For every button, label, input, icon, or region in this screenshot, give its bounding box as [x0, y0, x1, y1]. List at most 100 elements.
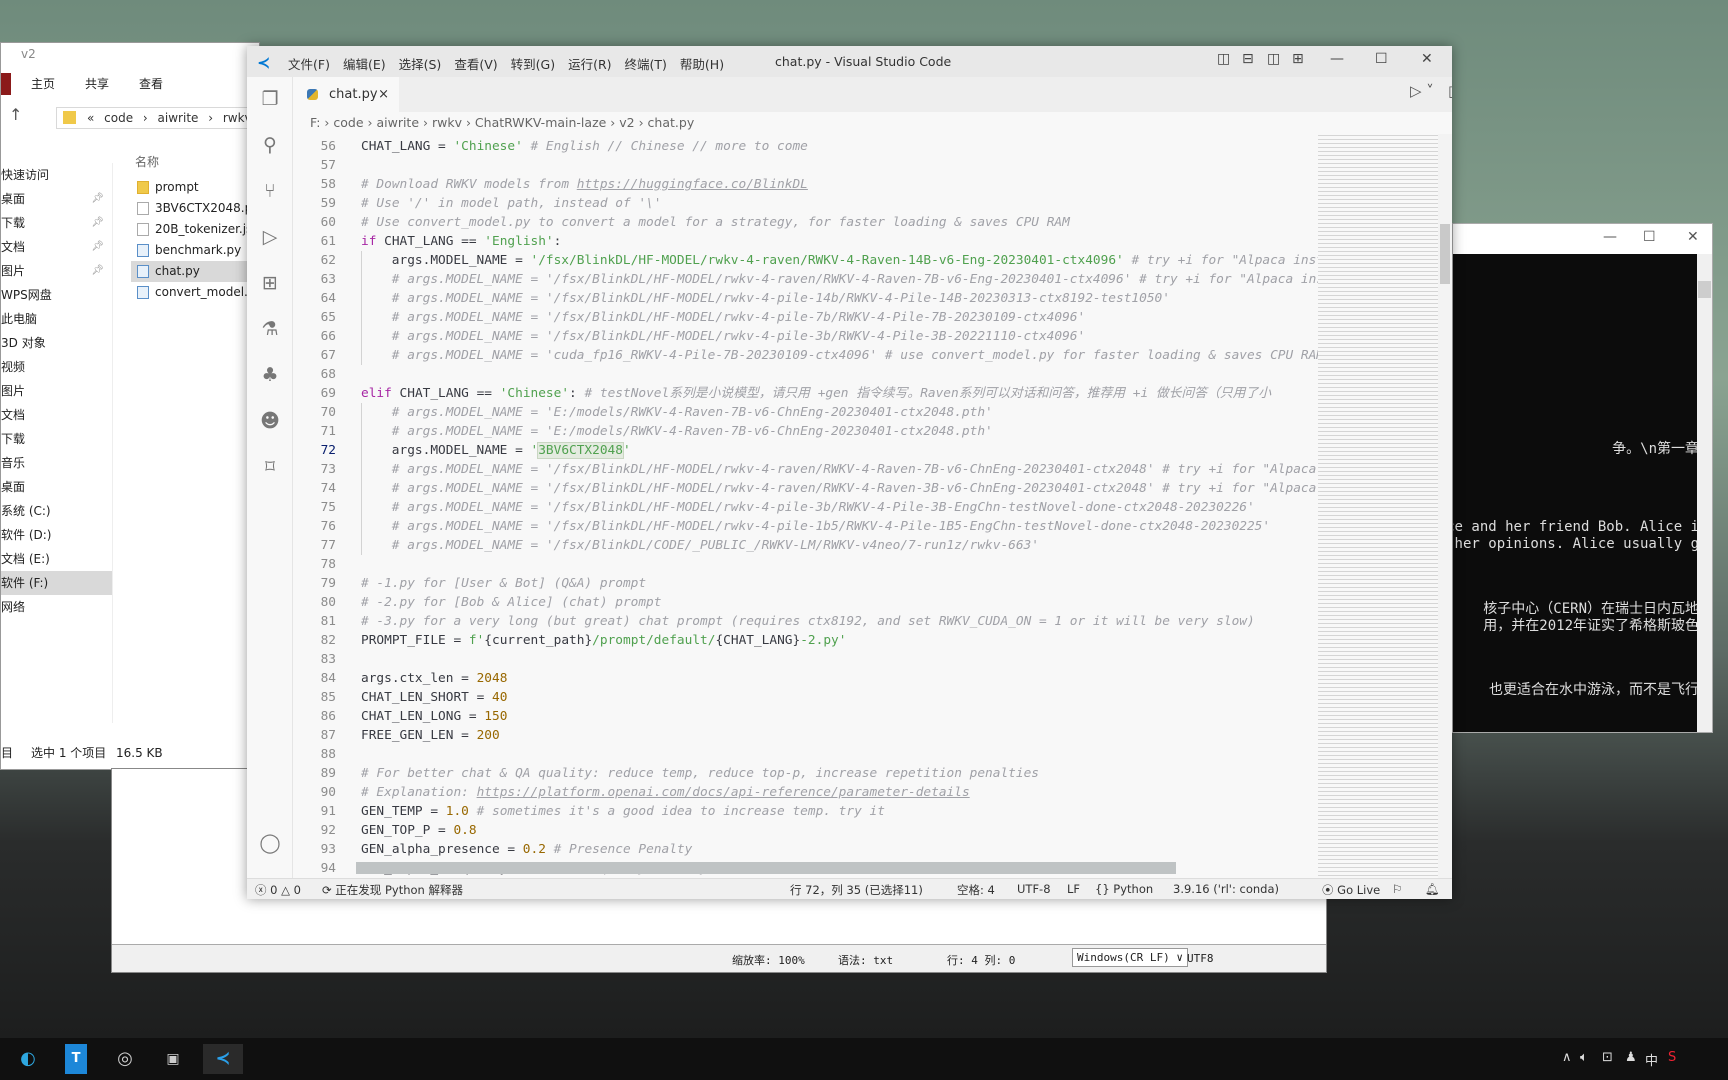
- search-icon[interactable]: ⚲: [258, 133, 282, 157]
- nav-item[interactable]: 下载: [1, 427, 112, 451]
- source-control-icon[interactable]: ⑂: [258, 179, 282, 203]
- code-line[interactable]: 88: [293, 745, 1318, 764]
- qq-icon[interactable]: ♟: [1625, 1050, 1637, 1065]
- menu-item[interactable]: 选择(S): [399, 54, 442, 73]
- code-line[interactable]: 72 args.MODEL_NAME = '3BV6CTX2048': [293, 441, 1318, 460]
- nav-item[interactable]: 此电脑: [1, 307, 112, 331]
- menu-item[interactable]: 帮助(H): [680, 54, 724, 73]
- typora-icon[interactable]: T: [65, 1044, 87, 1074]
- minimap[interactable]: [1318, 134, 1438, 878]
- editor-horizontal-scrollbar[interactable]: [356, 862, 1176, 874]
- code-line[interactable]: 62 args.MODEL_NAME = '/fsx/BlinkDL/HF-MOD…: [293, 251, 1318, 270]
- terminal-icon[interactable]: ▣: [158, 1044, 188, 1074]
- code-line[interactable]: 73 # args.MODEL_NAME = '/fsx/BlinkDL/HF-M…: [293, 460, 1318, 479]
- code-line[interactable]: 82 PROMPT_FILE = f'{current_path}/prompt/…: [293, 631, 1318, 650]
- column-header-name[interactable]: 名称: [131, 147, 261, 177]
- volume-icon[interactable]: 🔈︎: [1580, 1050, 1588, 1065]
- obs-icon[interactable]: ◎: [110, 1044, 140, 1074]
- testing-icon[interactable]: ⚗: [258, 317, 282, 341]
- minimize-icon[interactable]: —: [1603, 229, 1617, 245]
- code-line[interactable]: 57: [293, 156, 1318, 175]
- nav-item[interactable]: 文档 (E:): [1, 547, 112, 571]
- tab-chat-py[interactable]: chat.py ×: [293, 77, 399, 112]
- copilot-icon[interactable]: ☻: [258, 409, 282, 433]
- show-hidden-icons[interactable]: ∧: [1562, 1050, 1572, 1065]
- path-separator[interactable]: «: [87, 111, 98, 125]
- file-item[interactable]: 3BV6CTX2048.p: [131, 198, 261, 219]
- language-mode[interactable]: {} Python: [1095, 882, 1153, 896]
- nav-item[interactable]: 文档 📌︎: [1, 235, 112, 259]
- nav-item[interactable]: 图片: [1, 379, 112, 403]
- vscode-taskbar-icon[interactable]: ≺: [203, 1044, 243, 1074]
- bookmarks-icon[interactable]: ⌑: [258, 455, 282, 479]
- nav-item[interactable]: 下载 📌︎: [1, 211, 112, 235]
- code-line[interactable]: 90 # Explanation: https://platform.openai…: [293, 783, 1318, 802]
- ribbon-tab-home[interactable]: 主页: [11, 73, 65, 95]
- file-item[interactable]: prompt: [131, 177, 261, 198]
- code-line[interactable]: 63 # args.MODEL_NAME = '/fsx/BlinkDL/HF-M…: [293, 270, 1318, 289]
- encoding[interactable]: UTF-8: [1017, 882, 1051, 896]
- wps-icon[interactable]: S: [1668, 1050, 1676, 1065]
- code-line[interactable]: 66 # args.MODEL_NAME = '/fsx/BlinkDL/HF-M…: [293, 327, 1318, 346]
- code-line[interactable]: 67 # args.MODEL_NAME = 'cuda_fp16_RWKV-4-…: [293, 346, 1318, 365]
- input-method-icon[interactable]: 中: [1645, 1050, 1658, 1069]
- file-item[interactable]: 20B_tokenizer.js: [131, 219, 261, 240]
- extensions-icon[interactable]: ⊞: [258, 271, 282, 295]
- close-icon[interactable]: ✕: [1687, 229, 1699, 245]
- code-line[interactable]: 91 GEN_TEMP = 1.0 # sometimes it's a good…: [293, 802, 1318, 821]
- code-line[interactable]: 79 # -1.py for [User & Bot] (Q&A) prompt: [293, 574, 1318, 593]
- code-line[interactable]: 86 CHAT_LEN_LONG = 150: [293, 707, 1318, 726]
- nav-item[interactable]: 图片 📌︎: [1, 259, 112, 283]
- go-live-button[interactable]: ⦿ Go Live: [1322, 882, 1380, 898]
- file-item[interactable]: convert_model.p: [131, 282, 261, 303]
- edge-icon[interactable]: ◐: [13, 1044, 43, 1074]
- breadcrumb[interactable]: F: › code › aiwrite › rwkv › ChatRWKV-ma…: [310, 112, 694, 134]
- nav-item[interactable]: 视频: [1, 355, 112, 379]
- up-arrow-icon[interactable]: ↑: [9, 105, 22, 124]
- toggle-primary-sidebar-icon[interactable]: ◫: [1217, 51, 1230, 67]
- menu-item[interactable]: 查看(V): [454, 54, 497, 73]
- code-line[interactable]: 89 # For better chat & QA quality: reduce…: [293, 764, 1318, 783]
- nav-item[interactable]: 文档: [1, 403, 112, 427]
- link[interactable]: https://huggingface.co/BlinkDL: [577, 177, 808, 192]
- code-line[interactable]: 75 # args.MODEL_NAME = '/fsx/BlinkDL/HF-M…: [293, 498, 1318, 517]
- indentation[interactable]: 空格: 4: [957, 882, 995, 898]
- menu-item[interactable]: 编辑(E): [343, 54, 386, 73]
- code-line[interactable]: 61 if CHAT_LANG == 'English':: [293, 232, 1318, 251]
- file-tab[interactable]: [1, 73, 11, 95]
- nav-item[interactable]: 快速访问: [1, 163, 112, 187]
- file-item[interactable]: chat.py: [131, 261, 261, 282]
- code-line[interactable]: 76 # args.MODEL_NAME = '/fsx/BlinkDL/HF-M…: [293, 517, 1318, 536]
- nav-item[interactable]: 音乐: [1, 451, 112, 475]
- menu-item[interactable]: 转到(G): [511, 54, 555, 73]
- path-segment[interactable]: code: [104, 111, 137, 125]
- code-line[interactable]: 69 elif CHAT_LANG == 'Chinese': # testNov…: [293, 384, 1318, 403]
- nav-item[interactable]: 软件 (D:): [1, 523, 112, 547]
- code-editor[interactable]: 56 CHAT_LANG = 'Chinese' # English // Chi…: [293, 134, 1318, 878]
- explorer-icon[interactable]: ❐: [258, 87, 282, 111]
- notifications-bell-icon[interactable]: 🔔︎: [1425, 882, 1440, 896]
- code-line[interactable]: 77 # args.MODEL_NAME = '/fsx/BlinkDL/CODE…: [293, 536, 1318, 555]
- nav-item[interactable]: 网络: [1, 595, 112, 619]
- menu-item[interactable]: 终端(T): [625, 54, 667, 73]
- line-ending[interactable]: LF: [1067, 882, 1080, 896]
- nav-item[interactable]: WPS网盘: [1, 283, 112, 307]
- nav-item[interactable]: 桌面: [1, 475, 112, 499]
- path-segment[interactable]: aiwrite: [158, 111, 203, 125]
- code-line[interactable]: 81 # -3.py for a very long (but great) ch…: [293, 612, 1318, 631]
- console-scrollbar[interactable]: [1697, 254, 1712, 732]
- feedback-icon[interactable]: ⚐: [1392, 882, 1402, 896]
- maximize-icon[interactable]: ☐: [1643, 229, 1656, 245]
- nav-item[interactable]: 系统 (C:): [1, 499, 112, 523]
- minimize-icon[interactable]: —: [1330, 51, 1344, 67]
- network-icon[interactable]: ⊡: [1602, 1050, 1613, 1065]
- code-line[interactable]: 59 # Use '/' in model path, instead of '\…: [293, 194, 1318, 213]
- code-line[interactable]: 78: [293, 555, 1318, 574]
- nav-item[interactable]: 桌面 📌︎: [1, 187, 112, 211]
- python-icon[interactable]: ♣: [258, 363, 282, 387]
- customize-layout-icon[interactable]: ⊞: [1292, 51, 1304, 67]
- code-line[interactable]: 87 FREE_GEN_LEN = 200: [293, 726, 1318, 745]
- code-line[interactable]: 92 GEN_TOP_P = 0.8: [293, 821, 1318, 840]
- menu-item[interactable]: 文件(F): [288, 54, 330, 73]
- ribbon-tab-share[interactable]: 共享: [65, 73, 119, 95]
